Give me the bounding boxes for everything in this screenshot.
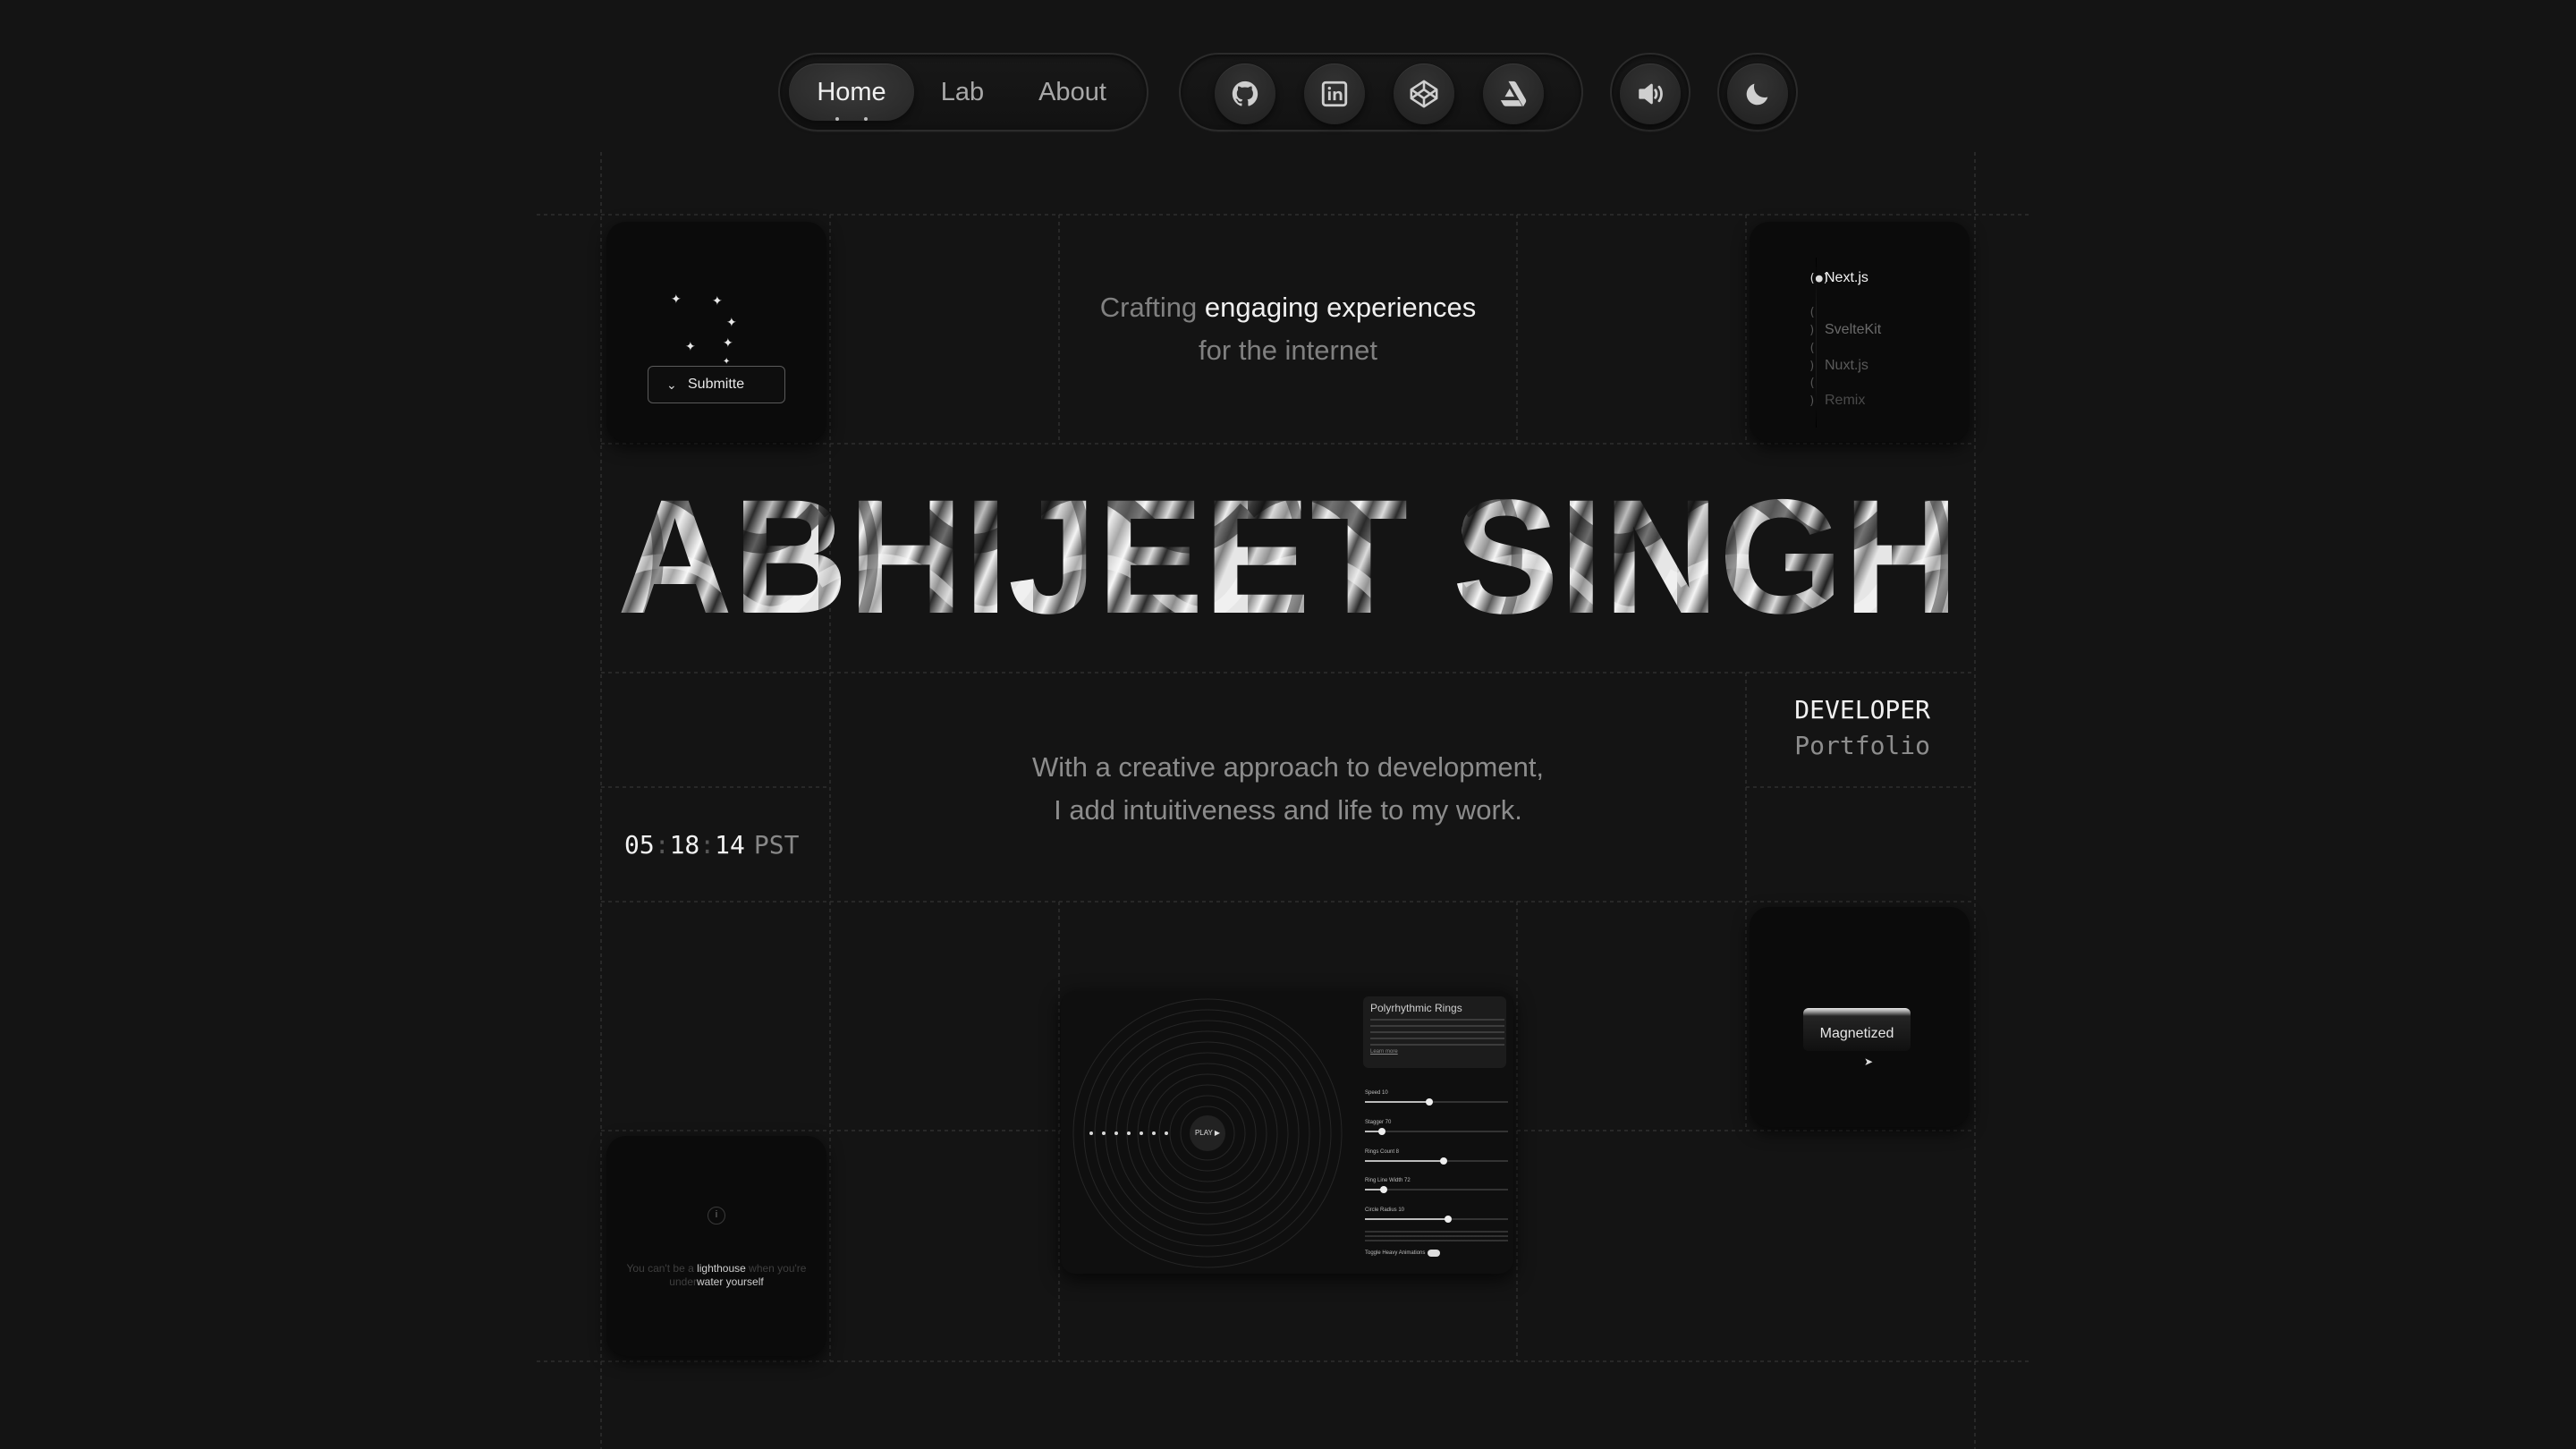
top-navigation: Home Lab About	[0, 0, 2576, 134]
sparkle-icon: ✦	[671, 292, 682, 306]
sparkle-icon: ✦	[712, 293, 723, 308]
lab-slider-track[interactable]	[1365, 1131, 1508, 1132]
clock-seconds: 14	[715, 830, 745, 860]
lab-slider-thumb[interactable]	[1379, 1186, 1387, 1193]
submit-button-label: Submitte	[688, 377, 745, 392]
sparkle-icon: ✦	[723, 335, 733, 350]
magnetized-button[interactable]: Magnetized	[1803, 1008, 1911, 1051]
lab-slider-label: Speed 10	[1365, 1090, 1388, 1096]
role-line-2: Portfolio	[1794, 731, 1930, 760]
lab-preview-card[interactable]: PLAY ▶ Polyrhythmic Rings Learn more Spe…	[1061, 991, 1513, 1274]
subtitle-line-1: With a creative approach to development,	[1031, 751, 1545, 783]
sparkle-icon: ✦	[685, 339, 696, 353]
hero-tagline: Crafting engaging experiences for the in…	[1055, 286, 1521, 372]
lab-description	[1370, 1019, 1504, 1047]
lab-slider-fill	[1365, 1160, 1444, 1162]
lab-slider[interactable]: Ring Line Width 72	[1365, 1177, 1508, 1195]
radio-unselected-icon: ( )	[1809, 377, 1816, 408]
nav-link-home-label: Home	[817, 78, 886, 106]
lab-slider[interactable]: Speed 10	[1365, 1089, 1508, 1107]
active-indicator	[834, 117, 869, 123]
radio-option-label: Next.js	[1825, 270, 1868, 285]
heavy-animation-toggle[interactable]	[1428, 1250, 1440, 1257]
hero-subtitle: With a creative approach to development,…	[975, 746, 1601, 832]
nav-link-home[interactable]: Home	[789, 64, 914, 121]
lab-slider-label: Ring Line Width 72	[1365, 1178, 1411, 1183]
lab-slider-thumb[interactable]	[1378, 1128, 1386, 1135]
quote-highlight: water yourself	[697, 1275, 764, 1288]
tagline-highlight: engaging experiences	[1204, 292, 1477, 323]
hero-name-text: ABHIJEET SINGH	[617, 465, 1959, 635]
lab-slider-thumb[interactable]	[1426, 1098, 1433, 1106]
info-icon[interactable]: i	[708, 1207, 725, 1224]
lab-slider-fill	[1365, 1101, 1429, 1103]
subtitle-line-2: I add intuitiveness and life to my work.	[1054, 794, 1522, 826]
lab-slider-thumb[interactable]	[1444, 1216, 1452, 1223]
sound-toggle-group	[1610, 53, 1690, 131]
lighthouse-quote: You can't be a lighthouse when you're un…	[624, 1262, 809, 1289]
radio-option-label: SvelteKit	[1825, 322, 1882, 337]
quote-part: under	[669, 1275, 697, 1288]
lab-info-panel: Polyrhythmic Rings Learn more	[1363, 996, 1506, 1068]
radio-option-nextjs[interactable]: (●)Next.js	[1809, 269, 1868, 287]
sparkle-icon: ✦	[726, 315, 737, 329]
chevron-down-icon: ⌄	[666, 377, 677, 392]
clock-timezone: PST	[753, 830, 800, 860]
quote-part: You can't be a	[626, 1262, 698, 1275]
clock-separator: :	[654, 830, 670, 860]
role-label: DEVELOPER Portfolio	[1746, 692, 1930, 764]
nav-link-about[interactable]: About	[1023, 64, 1122, 121]
play-button[interactable]: PLAY ▶	[1190, 1115, 1225, 1151]
quote-part: when you're	[745, 1262, 807, 1275]
lab-title: Polyrhythmic Rings	[1370, 1002, 1462, 1014]
radio-option-remix[interactable]: ( ) Remix	[1809, 375, 1865, 408]
quote-highlight: lighthouse	[697, 1262, 746, 1275]
radio-option-nuxtjs[interactable]: ( ) Nuxt.js	[1809, 340, 1868, 373]
radio-option-label: Remix	[1825, 393, 1866, 408]
artstation-icon[interactable]	[1483, 64, 1544, 124]
clock-hours: 05	[624, 830, 655, 860]
tagline-prefix: Crafting	[1099, 292, 1205, 323]
cursor-icon: ➤	[1864, 1055, 1874, 1068]
role-line-1: DEVELOPER	[1794, 695, 1930, 724]
heavy-animation-toggle-row: Toggle Heavy Animations	[1365, 1250, 1440, 1257]
radio-option-sveltekit[interactable]: ( ) SvelteKit	[1809, 304, 1881, 337]
radio-unselected-icon: ( )	[1809, 342, 1816, 373]
radio-selected-icon: (●)	[1809, 272, 1830, 285]
radio-unselected-icon: ( )	[1809, 306, 1816, 337]
lab-slider-label: Circle Radius 10	[1365, 1208, 1405, 1213]
speaker-icon[interactable]	[1620, 64, 1681, 124]
lab-slider-label: Rings Count 8	[1365, 1149, 1400, 1155]
magnetized-button-tile: Magnetized ➤	[1750, 907, 1970, 1127]
local-clock: 05:18:14 PST	[624, 827, 799, 863]
tagline-suffix: for the internet	[1199, 335, 1377, 366]
lab-learn-more-link[interactable]: Learn more	[1370, 1049, 1499, 1055]
lab-slider[interactable]: Rings Count 8	[1365, 1148, 1508, 1166]
submit-button-demo-tile: ✦ ✦ ✦ ✦ ✦ ✦ ⌄ Submitte	[606, 222, 826, 442]
clock-minutes: 18	[669, 830, 700, 860]
lab-slider-thumb[interactable]	[1440, 1157, 1447, 1165]
hero-name: ABHIJEET SINGH	[617, 465, 1959, 635]
moon-icon[interactable]	[1727, 64, 1788, 124]
submit-button[interactable]: ⌄ Submitte	[648, 366, 785, 403]
linkedin-icon[interactable]	[1304, 64, 1365, 124]
lab-slider[interactable]: Stagger 70	[1365, 1119, 1508, 1137]
framework-radio-tile: (●)Next.js ( ) SvelteKit ( ) Nuxt.js ( ) Re…	[1750, 222, 1970, 442]
social-links-group	[1179, 53, 1583, 131]
lighthouse-quote-tile: i You can't be a lighthouse when you're …	[606, 1136, 826, 1356]
radio-option-label: Nuxt.js	[1825, 358, 1868, 373]
lab-slider-label: Stagger 70	[1365, 1120, 1392, 1125]
nav-links-group: Home Lab About	[778, 53, 1148, 131]
lab-slider[interactable]: Circle Radius 10	[1365, 1207, 1508, 1224]
toggle-label: Toggle Heavy Animations	[1365, 1250, 1426, 1256]
lab-slider-fill	[1365, 1218, 1448, 1220]
lab-footnote	[1365, 1231, 1508, 1243]
theme-toggle-group	[1717, 53, 1798, 131]
github-icon[interactable]	[1215, 64, 1275, 124]
nav-link-lab[interactable]: Lab	[928, 64, 996, 121]
codepen-icon[interactable]	[1394, 64, 1454, 124]
clock-separator: :	[699, 830, 716, 860]
